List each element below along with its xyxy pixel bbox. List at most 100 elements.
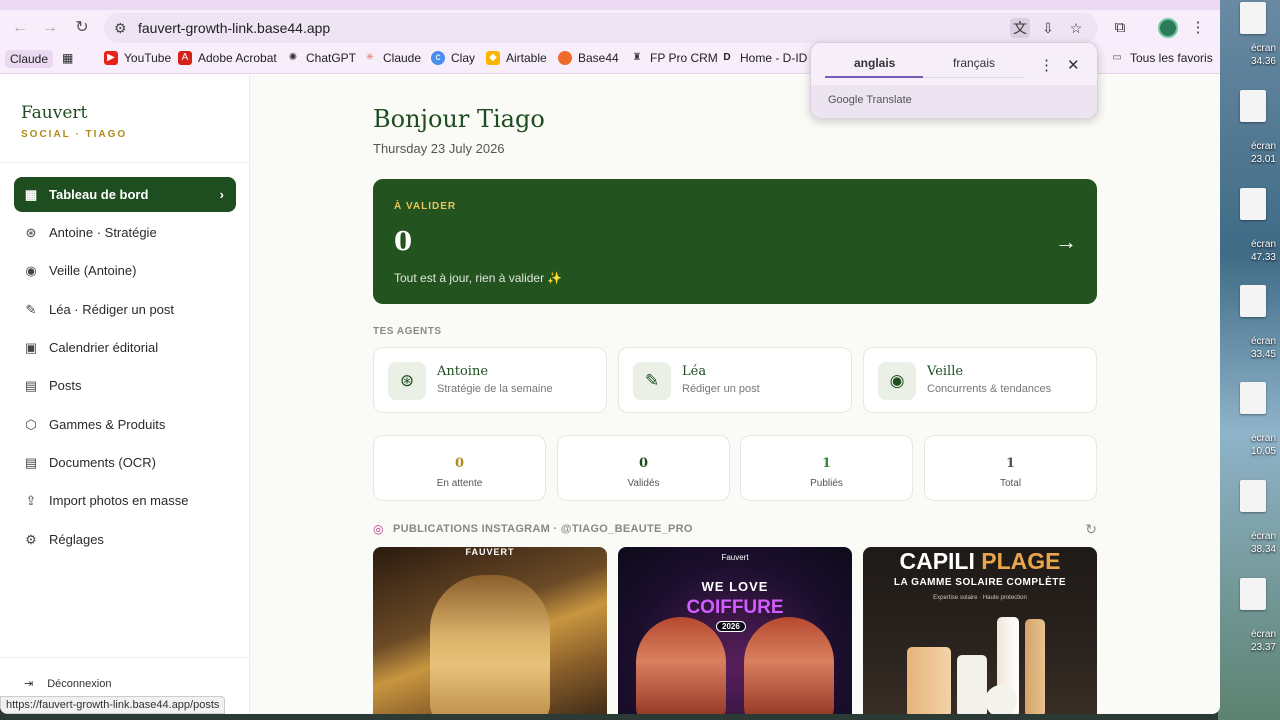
desktop-file-icon[interactable] <box>1240 2 1266 34</box>
translate-options-icon[interactable]: ⋮ <box>1039 56 1054 74</box>
stat-card-valides[interactable]: 0 Validés <box>557 435 730 501</box>
profile-avatar[interactable] <box>1158 18 1178 38</box>
back-icon[interactable]: ← <box>8 17 32 39</box>
calendar-icon: ▣ <box>24 339 38 355</box>
file-icon: ▤ <box>24 454 38 470</box>
stat-label: Publiés <box>810 478 843 489</box>
bookmark-claude-2[interactable]: ✳ Claude <box>363 51 421 65</box>
agent-card-lea[interactable]: ✎ Léa Rédiger un post <box>618 347 852 413</box>
sidebar-item-antoine-strategie[interactable]: ⊛ Antoine · Stratégie <box>14 215 236 250</box>
desktop-file-label: écran 10.05 <box>1250 433 1276 457</box>
extensions-icon[interactable]: ⧉ <box>1110 18 1130 38</box>
bookmark-star-icon[interactable]: ☆ <box>1066 18 1086 38</box>
chatgpt-icon: ✺ <box>288 52 298 63</box>
arrow-right-icon[interactable]: → <box>1055 229 1077 255</box>
forward-icon[interactable]: → <box>38 17 62 39</box>
refresh-icon[interactable]: ↻ <box>1085 521 1097 538</box>
desktop-file-icon[interactable] <box>1240 480 1266 512</box>
bookmark-label: Airtable <box>506 51 547 65</box>
translate-icon[interactable]: 文 <box>1010 18 1030 38</box>
product-bottle <box>1025 619 1045 714</box>
bookmark-adobe-acrobat[interactable]: A Adobe Acrobat <box>178 51 277 65</box>
reload-icon[interactable]: ↻ <box>70 17 94 39</box>
post-headline-a: CAPILI <box>899 548 975 574</box>
translate-source-language[interactable]: anglais <box>854 56 895 70</box>
product-jar <box>957 655 987 714</box>
apps-grid-icon[interactable]: ▦ <box>62 51 73 65</box>
post-headline-accent: COIFFURE <box>686 597 784 618</box>
post-logo: FAUVERT <box>465 547 515 557</box>
bookmark-label: ChatGPT <box>306 51 357 65</box>
sidebar-item-posts[interactable]: ▤ Posts <box>14 368 236 403</box>
sidebar-item-label: Posts <box>49 378 82 393</box>
sidebar-item-veille[interactable]: ◉ Veille (Antoine) <box>14 253 236 288</box>
stat-value: 1 <box>821 456 832 471</box>
instagram-post-3[interactable]: CAPILI PLAGE LA GAMME SOLAIRE COMPLÈTE E… <box>863 547 1097 714</box>
sidebar-item-label: Veille (Antoine) <box>49 263 137 278</box>
address-bar[interactable]: ⚙ fauvert-growth-link.base44.app 文 ⇩ ☆ <box>104 13 1098 43</box>
product-tube <box>907 647 951 714</box>
sidebar-item-import-photos[interactable]: ⇪ Import photos en masse <box>14 483 236 518</box>
eye-icon: ◉ <box>878 362 916 400</box>
selected-tab-indicator <box>825 76 923 78</box>
divider <box>0 657 250 658</box>
validation-card[interactable]: À VALIDER 0 Tout est à jour, rien à vali… <box>373 179 1097 304</box>
bookmark-fp-pro-crm[interactable]: ♜ FP Pro CRM <box>630 51 718 65</box>
grid-icon: ▦ <box>24 186 38 202</box>
stat-label: Total <box>999 478 1022 489</box>
url-text[interactable]: fauvert-growth-link.base44.app <box>138 20 330 36</box>
sidebar-item-lea-rediger[interactable]: ✎ Léa · Rédiger un post <box>14 292 236 327</box>
bookmark-label: Tous les favoris <box>1130 51 1213 65</box>
sidebar-item-gammes-produits[interactable]: ⬡ Gammes & Produits <box>14 407 236 442</box>
logout-icon: ⇥ <box>24 678 34 690</box>
airtable-icon: ◆ <box>486 51 500 65</box>
sidebar-item-documents-ocr[interactable]: ▤ Documents (OCR) <box>14 445 236 480</box>
bookmark-youtube[interactable]: ▶ YouTube <box>104 51 171 65</box>
instagram-post-2[interactable]: Fauvert WE LOVE COIFFURE 2026 <box>618 547 852 714</box>
install-app-icon[interactable]: ⇩ <box>1038 18 1058 38</box>
menu-kebab-icon[interactable]: ⋮ <box>1188 18 1208 38</box>
desktop-file-icon[interactable] <box>1240 578 1266 610</box>
desktop-file-icon[interactable] <box>1240 90 1266 122</box>
stat-card-publies[interactable]: 1 Publiés <box>740 435 913 501</box>
stat-label: En attente <box>436 478 483 489</box>
sidebar-item-reglages[interactable]: ⚙ Réglages <box>14 522 236 557</box>
agent-description: Rédiger un post <box>682 383 760 395</box>
bookmark-base44[interactable]: Base44 <box>558 51 619 65</box>
claude-icon: ✳ <box>365 52 375 63</box>
sidebar-item-calendrier[interactable]: ▣ Calendrier éditorial <box>14 330 236 365</box>
desktop-file-icon[interactable] <box>1240 188 1266 220</box>
stat-value: 0 <box>638 456 649 471</box>
all-bookmarks-folder[interactable]: ▭ Tous les favoris <box>1110 51 1213 65</box>
desktop-file-icon[interactable] <box>1240 285 1266 317</box>
agents-section-title: TES AGENTS <box>373 326 442 337</box>
bookmark-label: Claude <box>383 51 422 65</box>
gear-icon: ⚙ <box>25 531 37 547</box>
desktop-file-icon[interactable] <box>1240 382 1266 414</box>
translate-target-language[interactable]: français <box>953 56 995 70</box>
post-image-model <box>744 617 834 714</box>
desktop-file-label: écran 47.33 <box>1250 239 1276 263</box>
stat-card-total[interactable]: 1 Total <box>924 435 1097 501</box>
sidebar-item-tableau-de-bord[interactable]: ▦ Tableau de bord › <box>14 177 236 212</box>
bookmark-d-id[interactable]: D Home - D-ID <box>720 51 807 65</box>
bookmark-chatgpt[interactable]: ✺ ChatGPT <box>286 51 356 65</box>
close-icon[interactable]: ✕ <box>1067 56 1080 74</box>
agent-card-antoine[interactable]: ⊛ Antoine Stratégie de la semaine <box>373 347 607 413</box>
browser-window: ← → ↻ ⚙ fauvert-growth-link.base44.app 文… <box>0 0 1220 714</box>
site-settings-icon[interactable]: ⚙ <box>114 20 127 37</box>
brain-icon: ⊛ <box>388 362 426 400</box>
post-logo: Fauvert <box>721 553 749 562</box>
sidebar-item-label: Léa · Rédiger un post <box>49 302 175 317</box>
stat-label: Validés <box>627 478 660 489</box>
instagram-post-1[interactable]: FAUVERT <box>373 547 607 714</box>
instagram-section-title: PUBLICATIONS INSTAGRAM · @TIAGO_BEAUTE_P… <box>393 523 693 535</box>
logout-button[interactable]: ⇥ Déconnexion <box>24 677 111 691</box>
desktop-file-label: écran 34.36 <box>1250 43 1276 67</box>
bookmark-clay[interactable]: c Clay <box>431 51 475 65</box>
bookmark-airtable[interactable]: ◆ Airtable <box>486 51 547 65</box>
agent-card-veille[interactable]: ◉ Veille Concurrents & tendances <box>863 347 1097 413</box>
stat-card-en-attente[interactable]: 0 En attente <box>373 435 546 501</box>
post-year-badge: 2026 <box>716 621 746 632</box>
bookmark-claude[interactable]: Claude <box>5 50 54 68</box>
